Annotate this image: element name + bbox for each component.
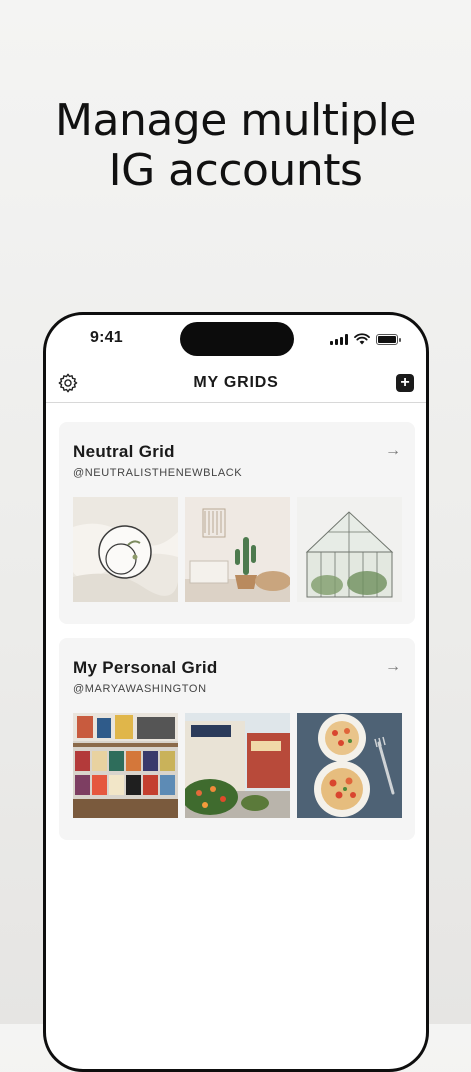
grid-thumbnail [297,497,402,602]
grid-thumbnail [73,713,178,818]
arrow-right-icon[interactable]: → [385,442,401,460]
grid-title: Neutral Grid [73,442,175,461]
grid-thumbnail [73,497,178,602]
grid-thumbnail [185,713,290,818]
headline-line-2: IG accounts [108,145,363,196]
grid-thumbnail [185,497,290,602]
phone-mockup: 9:41 MY GRIDS + Neutral Grid @NEUTRALIST… [43,312,429,1072]
cellular-signal-icon [330,333,348,345]
add-grid-button[interactable]: + [396,374,414,392]
grid-card-personal[interactable]: My Personal Grid @MARYAWASHINGTON → [59,638,415,840]
grid-handle: @MARYAWASHINGTON [73,683,207,695]
top-navbar: MY GRIDS + [46,367,426,403]
battery-icon [376,333,401,345]
grid-thumbnail [297,713,402,818]
grid-handle: @NEUTRALISTHENEWBLACK [73,467,243,479]
marketing-headline: Manage multiple IG accounts [0,96,471,196]
grid-title: My Personal Grid [73,658,218,677]
grid-card-neutral[interactable]: Neutral Grid @NEUTRALISTHENEWBLACK → [59,422,415,624]
status-time: 9:41 [90,329,123,346]
page-title: MY GRIDS [193,374,279,391]
status-icons [330,333,401,345]
dynamic-island [180,322,294,356]
headline-line-1: Manage multiple [55,95,416,146]
wifi-icon [354,333,370,345]
arrow-right-icon[interactable]: → [385,658,401,676]
